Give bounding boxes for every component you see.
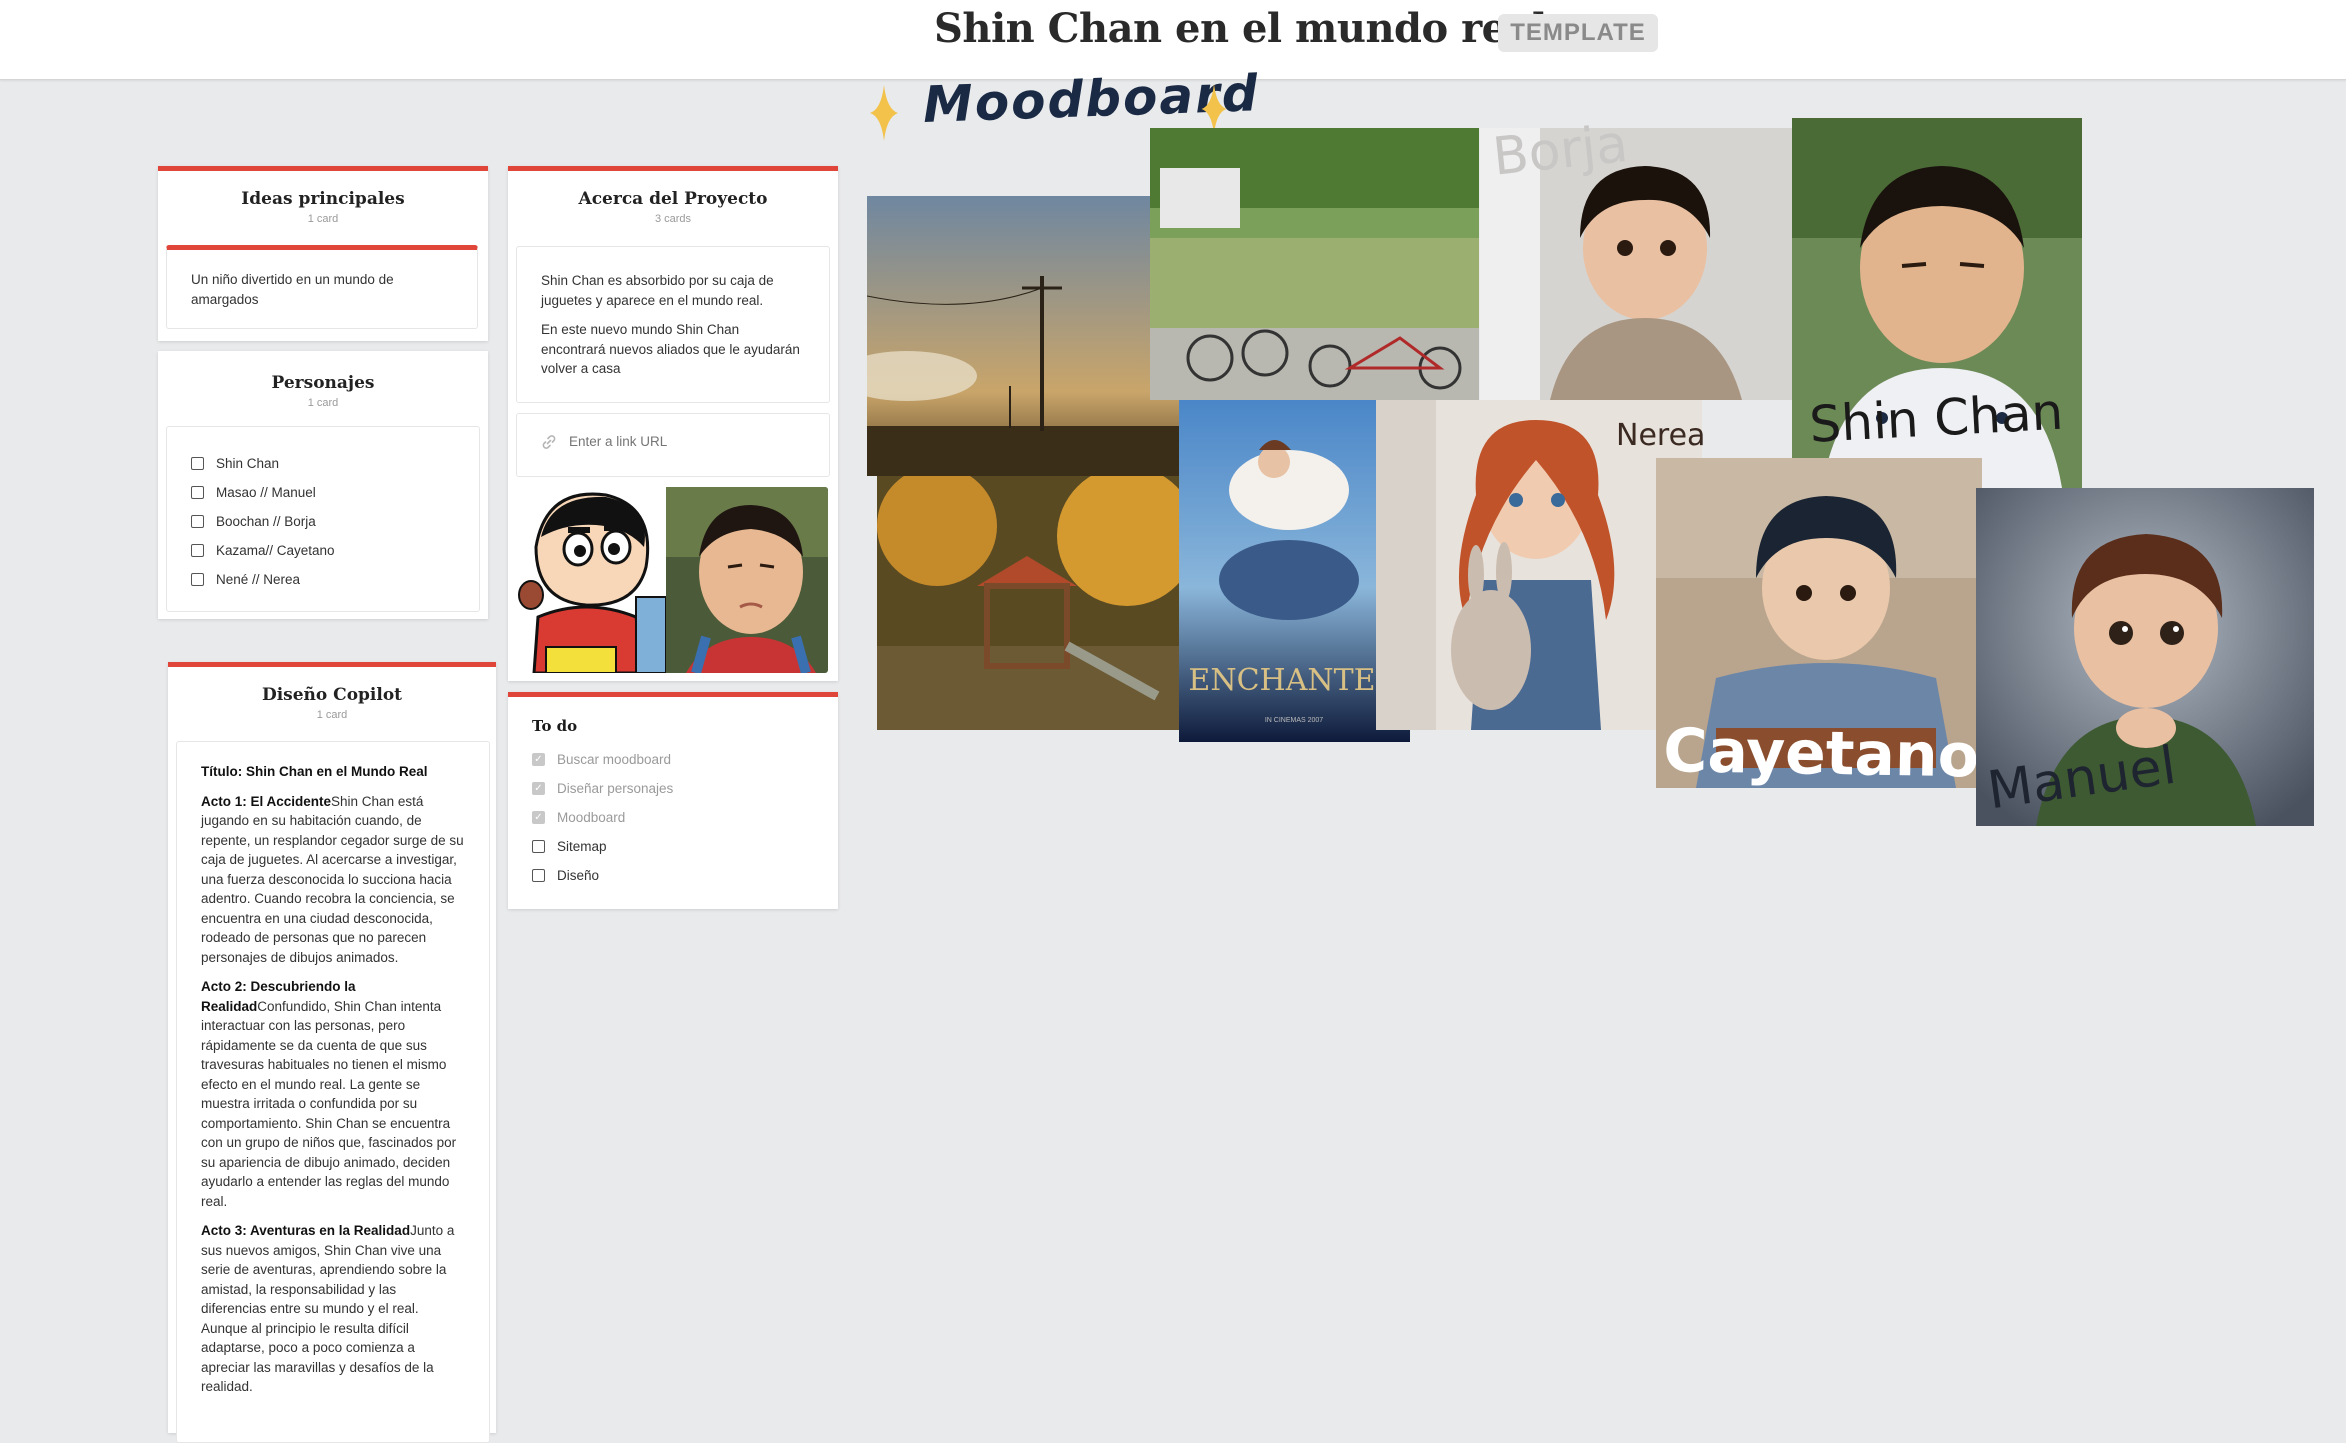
label-cayetano: Cayetano bbox=[1662, 716, 1980, 792]
checklist-item[interactable]: Shin Chan bbox=[191, 449, 479, 478]
idea-card[interactable]: Un niño divertido en un mundo de amargad… bbox=[166, 245, 478, 329]
checklist-item[interactable]: Kazama// Cayetano bbox=[191, 536, 479, 565]
sunset-poles-photo[interactable] bbox=[867, 196, 1181, 476]
column-to-do: To do ✓ Buscar moodboard ✓ Diseñar persona… bbox=[508, 692, 838, 909]
card-count: 1 card bbox=[307, 213, 339, 225]
checklist-item[interactable]: Nené // Nerea bbox=[191, 565, 479, 594]
about-paragraph: En este nuevo mundo Shin Chan encontrará… bbox=[541, 322, 800, 376]
checkbox[interactable] bbox=[191, 544, 204, 557]
checkbox[interactable] bbox=[532, 840, 545, 853]
card-count: 1 card bbox=[316, 709, 348, 721]
column-title[interactable]: To do bbox=[532, 717, 577, 735]
characters-checklist-card[interactable]: Shin Chan Masao // Manuel Boochan // Bor… bbox=[166, 426, 480, 612]
image-card[interactable] bbox=[516, 487, 828, 673]
card-count: 3 cards bbox=[654, 213, 692, 225]
checkbox[interactable] bbox=[191, 457, 204, 470]
todo-item[interactable]: ✓ Diseñar personajes bbox=[532, 774, 673, 803]
checkbox-checked[interactable]: ✓ bbox=[532, 753, 545, 766]
template-badge: TEMPLATE bbox=[1498, 14, 1658, 52]
bicycles-photo[interactable] bbox=[1150, 128, 1479, 400]
shinchan-cartoon-image bbox=[516, 487, 666, 673]
column-title[interactable]: Diseño Copilot bbox=[168, 685, 496, 705]
column-title[interactable]: Personajes bbox=[158, 373, 488, 393]
idea-card-text: Un niño divertido en un mundo de amargad… bbox=[191, 272, 394, 307]
link-url-input[interactable] bbox=[567, 433, 811, 450]
todo-item[interactable]: Sitemap bbox=[532, 832, 673, 861]
shinchan-real-photo bbox=[666, 487, 828, 673]
checkbox[interactable] bbox=[191, 515, 204, 528]
checklist-item[interactable]: Masao // Manuel bbox=[191, 478, 479, 507]
column-diseno-copilot: Diseño Copilot 1 card Título: Shin Chan … bbox=[168, 662, 496, 1443]
act-text: Junto a sus nuevos amigos, Shin Chan viv… bbox=[201, 1223, 455, 1394]
checkbox-checked[interactable]: ✓ bbox=[532, 782, 545, 795]
todo-checklist: ✓ Buscar moodboard ✓ Diseñar personajes ✓ M… bbox=[532, 745, 673, 890]
label-nerea: Nerea bbox=[1616, 418, 1706, 453]
poster-date-text: IN CINEMAS 2007 bbox=[1265, 717, 1323, 724]
column-title[interactable]: Ideas principales bbox=[158, 189, 488, 209]
column-acerca-del-proyecto: Acerca del Proyecto 3 cards Shin Chan es… bbox=[508, 166, 838, 681]
act-title: Acto 3: Aventuras en la Realidad bbox=[201, 1223, 411, 1238]
poster-title-text: ENCHANTED bbox=[1188, 663, 1399, 698]
column-title[interactable]: Acerca del Proyecto bbox=[508, 189, 838, 209]
column-ideas-principales: Ideas principales 1 card Un niño diverti… bbox=[158, 166, 488, 341]
copilot-card[interactable]: Título: Shin Chan en el Mundo Real Acto … bbox=[176, 741, 490, 1443]
copilot-heading: Título: Shin Chan en el Mundo Real bbox=[201, 764, 428, 779]
playground-photo[interactable] bbox=[877, 476, 1181, 730]
column-personajes: Personajes 1 card Shin Chan Masao // Man… bbox=[158, 351, 488, 619]
todo-item[interactable]: ✓ Moodboard bbox=[532, 803, 673, 832]
checkbox[interactable] bbox=[191, 573, 204, 586]
todo-item[interactable]: ✓ Buscar moodboard bbox=[532, 745, 673, 774]
todo-item[interactable]: Diseño bbox=[532, 861, 673, 890]
act-text: Shin Chan está jugando en su habitación … bbox=[201, 793, 464, 965]
link-icon bbox=[542, 435, 556, 449]
sparkle-icon bbox=[1201, 84, 1227, 134]
act-title: Acto 1: El Accidente bbox=[201, 793, 332, 809]
checkbox[interactable] bbox=[191, 486, 204, 499]
card-count: 1 card bbox=[307, 397, 339, 409]
sparkle-icon bbox=[870, 85, 898, 141]
act-text: Confundido, Shin Chan intenta interactua… bbox=[201, 998, 457, 1209]
link-card[interactable] bbox=[516, 413, 830, 477]
about-paragraph: Shin Chan es absorbido por su caja de ju… bbox=[541, 273, 774, 308]
checkbox[interactable] bbox=[532, 869, 545, 882]
about-card[interactable]: Shin Chan es absorbido por su caja de ju… bbox=[516, 246, 830, 403]
board-title[interactable]: Shin Chan en el mundo real bbox=[934, 5, 1547, 52]
checklist-item[interactable]: Boochan // Borja bbox=[191, 507, 479, 536]
checkbox-checked[interactable]: ✓ bbox=[532, 811, 545, 824]
